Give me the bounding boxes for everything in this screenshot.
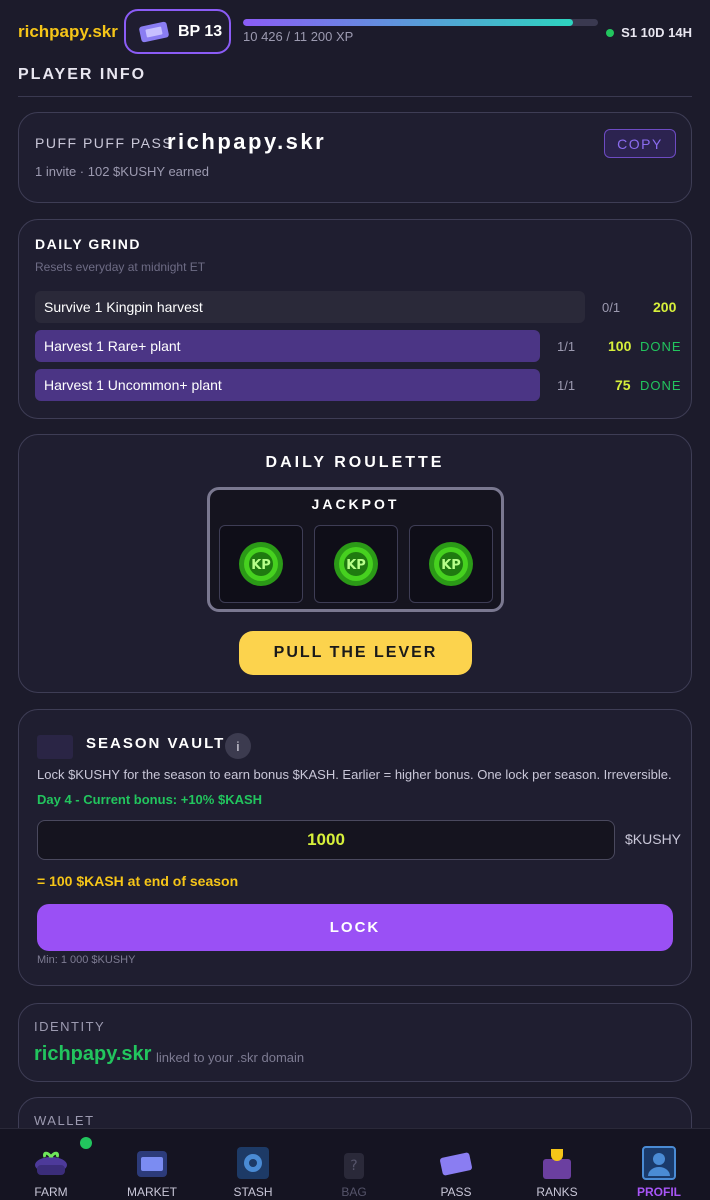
vault-description: Lock $KUSHY for the season to earn bonus… [37,767,672,782]
svg-text:KP: KP [441,558,461,573]
bp-level: BP 13 [178,22,223,40]
lock-amount-input[interactable]: 1000 [37,820,615,860]
farm-icon [35,1151,67,1175]
nav-profil[interactable]: PROFIL [614,1129,704,1200]
nav-label: STASH [233,1185,273,1199]
slot-reel: KP [314,525,398,603]
kp-coin-icon: KP [239,542,283,586]
xp-progress-fill [243,19,574,26]
page-title: PLAYER INFO [18,66,147,83]
nav-ranks[interactable]: RANKS [512,1129,602,1200]
task-row: Harvest 1 Uncommon+ plant 1/1 75 DONE [35,369,681,401]
ticket-icon [139,21,169,42]
slot-reel: KP [219,525,303,603]
daily-roulette-card: DAILY ROULETTE JACKPOT KP KP KP PULL THE… [18,434,692,693]
info-button[interactable]: i [225,733,251,759]
pass-name: richpapy.skr [167,129,327,154]
vault-title: SEASON VAULT [86,735,226,752]
nav-bag[interactable]: ? BAG [309,1129,399,1200]
nav-label: PASS [440,1185,472,1199]
ranks-icon [543,1149,571,1179]
task-label: Survive 1 Kingpin harvest [35,291,585,323]
task-status: DONE [640,339,682,354]
slot-machine: JACKPOT KP KP KP [207,487,504,612]
live-dot-icon [606,28,615,37]
jackpot-label: JACKPOT [311,496,400,512]
identity-label: IDENTITY [34,1019,106,1034]
identity-card: IDENTITY richpapy.skr linked to your .sk… [18,1003,692,1082]
task-status: DONE [640,378,682,393]
xp-progress-bar [243,19,598,26]
daily-grind-card: DAILY GRIND Resets everyday at midnight … [18,219,692,419]
season-label: S1 10D 14H [621,25,692,40]
task-row: Survive 1 Kingpin harvest 0/1 200 [35,291,677,323]
task-reward: 75 [615,377,631,393]
task-progress: 0/1 [602,300,621,315]
vault-result: = 100 $KASH at end of season [37,873,239,889]
nav-label: MARKET [126,1185,177,1199]
notification-dot-icon [80,1137,92,1149]
copy-button[interactable]: COPY [604,129,676,158]
divider [18,96,692,97]
kp-coin-icon: KP [429,542,473,586]
brand-name[interactable]: richpapy.skr [18,22,118,42]
pass-stats: 1 invite · 102 $KUSHY earned [35,164,209,179]
battle-pass-badge[interactable]: BP 13 [124,9,231,54]
pass-label: PUFF PUFF PASS [35,135,174,151]
nav-label: PROFIL [637,1185,681,1199]
pass-icon [440,1152,472,1176]
nav-label: FARM [34,1185,68,1199]
svg-text:?: ? [350,1158,357,1174]
nav-label: BAG [341,1185,367,1199]
bottom-nav: FARM MARKET STASH ? BAG PASS RANKS PROFI… [0,1128,710,1200]
pass-card: PUFF PUFF PASS richpapy.skr 1 invite · 1… [18,112,692,203]
xp-text: 10 426 / 11 200 XP [243,29,354,44]
season-timer: S1 10D 14H [606,25,692,40]
task-progress: 1/1 [557,339,576,354]
svg-text:KP: KP [346,558,366,573]
top-bar: richpapy.skr BP 13 10 426 / 11 200 XP S1… [0,0,710,62]
lock-button[interactable]: LOCK [37,904,673,951]
task-reward: 100 [608,338,632,354]
vault-minimum: Min: 1 000 $KUSHY [37,954,136,966]
task-reward: 200 [653,299,677,315]
stash-icon [237,1147,269,1179]
season-vault-card: SEASON VAULT i Lock $KUSHY for the seaso… [18,709,692,986]
nav-stash[interactable]: STASH [208,1129,298,1200]
kp-coin-icon: KP [334,542,378,586]
task-progress: 1/1 [557,378,576,393]
roulette-title: DAILY ROULETTE [265,454,445,471]
bag-icon: ? [344,1153,364,1179]
nav-label: RANKS [536,1185,578,1199]
grind-title: DAILY GRIND [35,236,141,252]
task-label: Harvest 1 Rare+ plant [35,330,540,362]
pull-lever-button[interactable]: PULL THE LEVER [239,631,472,675]
slot-reel: KP [409,525,493,603]
vault-bonus: Day 4 - Current bonus: +10% $KASH [37,792,263,807]
svg-text:KP: KP [251,558,271,573]
grind-subtitle: Resets everyday at midnight ET [35,260,206,274]
identity-subtitle: linked to your .skr domain [156,1050,305,1065]
identity-name: richpapy.skr [34,1043,152,1065]
market-icon [137,1151,167,1177]
nav-market[interactable]: MARKET [107,1129,197,1200]
task-label: Harvest 1 Uncommon+ plant [35,369,540,401]
profile-icon [642,1146,676,1180]
nav-pass[interactable]: PASS [411,1129,501,1200]
task-row: Harvest 1 Rare+ plant 1/1 100 DONE [35,330,681,362]
wallet-label: WALLET [34,1113,95,1128]
lock-unit: $KUSHY [625,831,682,847]
vault-icon [37,735,73,759]
